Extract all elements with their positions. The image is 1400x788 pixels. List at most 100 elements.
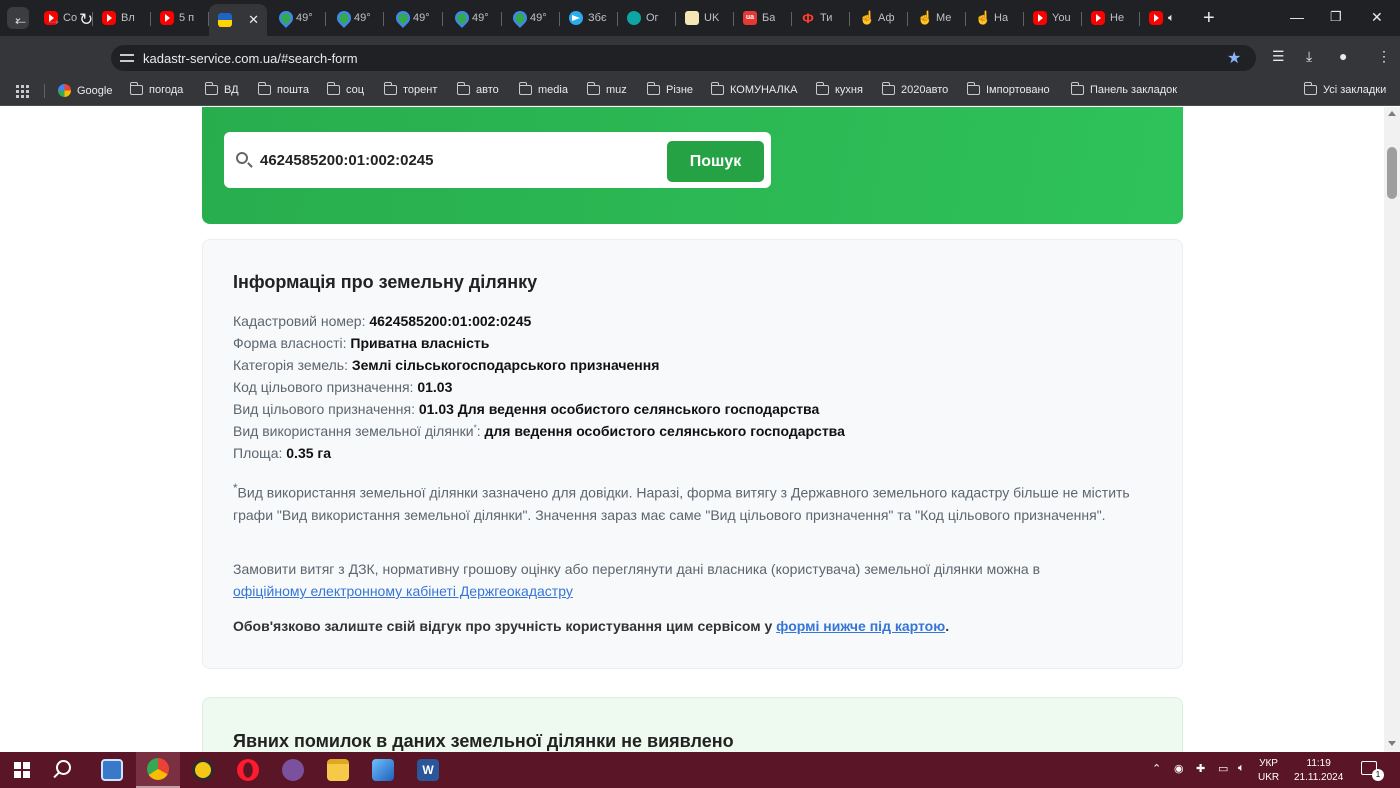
reading-list-icon[interactable]: ☰: [1272, 48, 1285, 65]
field-ownership: Форма власності: Приватна власність: [233, 335, 490, 351]
hand-icon: ☝: [859, 10, 876, 25]
maps-pin-icon: [277, 11, 291, 25]
folder-icon: [326, 82, 340, 95]
tray-security-icon[interactable]: ✚: [1196, 762, 1205, 775]
page-scrollbar[interactable]: [1384, 107, 1400, 752]
maps-pin-icon: [453, 11, 467, 25]
tab-16[interactable]: ☝ Ме: [908, 4, 966, 32]
order-extract-text: Замовити витяг з ДЗК, нормативну грошову…: [233, 561, 1041, 599]
folder-icon: [456, 82, 470, 95]
folder-icon: [129, 82, 143, 95]
bookmark-folder[interactable]: пошта: [257, 82, 309, 96]
bookmark-folder[interactable]: Панель закладок: [1070, 82, 1177, 96]
viber-icon[interactable]: [271, 752, 315, 788]
bookmark-folder[interactable]: media: [518, 82, 568, 96]
tray-app-icon[interactable]: ◉: [1174, 762, 1184, 775]
tab-19[interactable]: Не: [1082, 4, 1140, 32]
bookmark-folder[interactable]: Імпортовано: [966, 82, 1050, 96]
bookmark-folder[interactable]: соц: [326, 82, 364, 96]
tab-6[interactable]: 49°: [326, 4, 384, 32]
profile-icon[interactable]: ●: [1339, 48, 1347, 64]
parcel-info-card: [202, 239, 1183, 669]
tab-active[interactable]: ✕: [209, 4, 267, 36]
tab-7[interactable]: 49°: [385, 4, 443, 32]
tab-14[interactable]: Φ Ти: [792, 4, 850, 32]
scrollbar-thumb[interactable]: [1387, 147, 1397, 199]
bookmark-folder[interactable]: погода: [129, 82, 183, 96]
battery-icon[interactable]: ▭: [1218, 762, 1228, 775]
speaker-icon[interactable]: 🔈︎: [1168, 12, 1175, 25]
bookmark-folder[interactable]: кухня: [815, 82, 863, 96]
file-explorer-icon[interactable]: [316, 752, 360, 788]
tab-13[interactable]: ua Ба: [734, 4, 792, 32]
folder-icon: [204, 82, 218, 95]
scroll-down-arrow-icon[interactable]: [1388, 741, 1396, 746]
restore-button[interactable]: ❐: [1330, 9, 1342, 25]
chrome-icon[interactable]: [136, 752, 180, 788]
forward-button[interactable]: →: [45, 11, 62, 28]
tab-15[interactable]: ☝ Аф: [850, 4, 908, 32]
bookmark-folder[interactable]: авто: [456, 82, 499, 96]
search-button[interactable]: Пошук: [667, 141, 764, 182]
field-cadastral-number: Кадастровий номер: 4624585200:01:002:024…: [233, 313, 532, 329]
volume-icon[interactable]: 🔈︎: [1238, 762, 1245, 775]
bookmark-folder[interactable]: ВД: [204, 82, 239, 96]
new-tab-button[interactable]: +: [1203, 8, 1215, 28]
tab-8[interactable]: 49°: [444, 4, 502, 32]
tab-2[interactable]: Вл: [93, 4, 151, 32]
hand-icon: ☝: [917, 10, 934, 25]
menu-icon[interactable]: ⋮: [1377, 48, 1391, 65]
youtube-icon: [1149, 11, 1163, 25]
tab-17[interactable]: ☝ На: [966, 4, 1024, 32]
tab-5[interactable]: 49°: [268, 4, 326, 32]
back-button[interactable]: ←: [12, 11, 29, 28]
scroll-up-arrow-icon[interactable]: [1388, 111, 1396, 116]
site-info-icon[interactable]: [120, 51, 136, 65]
bookmark-folder[interactable]: КОМУНАЛКА: [710, 82, 797, 96]
youtube-icon: [102, 11, 116, 25]
tab-18[interactable]: You: [1024, 4, 1082, 32]
windows-start-icon[interactable]: [14, 762, 30, 778]
close-window-button[interactable]: ✕: [1371, 9, 1383, 26]
validation-title: Явних помилок в даних земельної ділянки …: [233, 731, 734, 751]
tab-3[interactable]: 5 п: [151, 4, 209, 32]
reload-button[interactable]: ↻: [79, 11, 93, 28]
apps-grid-icon[interactable]: [16, 85, 29, 98]
google-icon: [58, 84, 71, 97]
tray-expand-icon[interactable]: ⌃: [1152, 762, 1161, 775]
feedback-form-link[interactable]: формі нижче під картою: [776, 618, 945, 634]
search-icon: [236, 152, 248, 164]
minimize-button[interactable]: —: [1290, 9, 1304, 25]
field-purpose-type: Вид цільового призначення: 01.03 Для вед…: [233, 401, 820, 417]
tab-10[interactable]: Збє: [560, 4, 618, 32]
folder-icon: [586, 82, 600, 95]
tab-9[interactable]: 49°: [502, 4, 560, 32]
bookmark-star-icon[interactable]: ★: [1227, 48, 1241, 68]
cadastral-number-input[interactable]: [260, 148, 650, 172]
bookmarks-separator: [44, 84, 45, 98]
word-icon[interactable]: W: [406, 752, 450, 788]
task-manager-icon[interactable]: [90, 752, 134, 788]
close-tab-icon[interactable]: ✕: [248, 12, 259, 28]
taskbar-search-icon[interactable]: [56, 760, 71, 775]
keyboard-language[interactable]: УКР UKR: [1258, 757, 1279, 785]
tab-12[interactable]: UK: [676, 4, 734, 32]
phi-icon: Φ: [802, 10, 814, 26]
tab-11[interactable]: Ог: [618, 4, 676, 32]
ukraine-flag-icon: [218, 13, 232, 27]
geocadastre-cabinet-link[interactable]: офіційному електронному кабінеті Держгео…: [233, 583, 573, 599]
tab-20[interactable]: 🔈︎: [1140, 4, 1198, 32]
clock[interactable]: 11:19 21.11.2024: [1294, 757, 1343, 785]
bookmark-folder[interactable]: muz: [586, 82, 627, 96]
folder-icon: [518, 82, 532, 95]
bookmark-folder[interactable]: 2020авто: [881, 82, 948, 96]
download-icon[interactable]: ⤓: [1306, 48, 1312, 65]
paint-icon[interactable]: [361, 752, 405, 788]
norton-icon[interactable]: [181, 752, 225, 788]
bookmark-google[interactable]: Google: [58, 84, 112, 97]
url-text[interactable]: kadastr-service.com.ua/#search-form: [143, 51, 358, 66]
all-bookmarks[interactable]: Усі закладки: [1303, 82, 1386, 96]
bookmark-folder[interactable]: торент: [383, 82, 437, 96]
bookmark-folder[interactable]: Різне: [646, 82, 693, 96]
opera-icon[interactable]: [226, 752, 270, 788]
